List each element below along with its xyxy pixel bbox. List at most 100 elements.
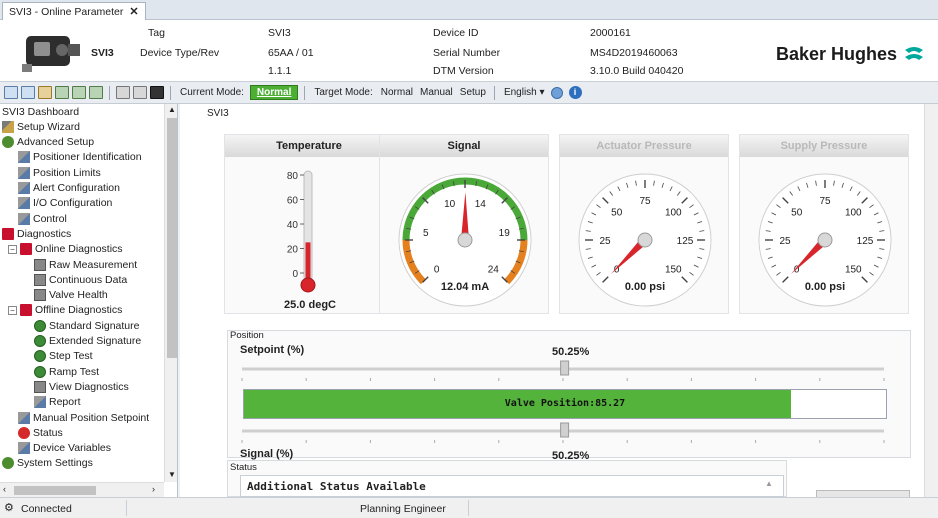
tree-horizontal-scrollbar[interactable]: ‹ › [0,482,164,497]
statusbar-divider [468,500,469,516]
tree-item-continuous-data[interactable]: Continuous Data [34,272,127,287]
tab-online-parameter[interactable]: SVI3 - Online Parameter ✕ [2,2,146,20]
tree-item-view-diagnostics[interactable]: View Diagnostics [34,379,129,394]
folder-icon [20,243,32,256]
temperature-tick-label: 20 [287,245,299,256]
tree-item-device-variables[interactable]: Device Variables [18,441,111,456]
folder-icon [20,304,32,317]
current-mode-label: Current Mode: [180,87,244,98]
slider-thumb [560,360,570,376]
window-icon[interactable] [21,86,35,99]
status-list[interactable]: Additional Status Available ▲ [240,475,784,497]
tree-item-diagnostics[interactable]: Diagnostics [2,226,71,241]
gauge-tick-label: 10 [444,199,456,210]
tree-item-svi3-dashboard[interactable]: SVI3 Dashboard [2,104,79,119]
info-icon[interactable]: i [568,86,582,99]
supply-pressure-title: Supply Pressure [740,135,908,157]
tree-item-system-settings[interactable]: System Settings [2,456,93,471]
temperature-tick-label: 80 [287,171,299,182]
print-icon[interactable] [133,86,147,99]
scroll-thumb[interactable] [167,118,177,358]
collapse-icon[interactable]: − [8,305,17,315]
tree-item-position-limits[interactable]: Position Limits [18,165,101,180]
main-vertical-scrollbar[interactable] [924,104,938,497]
device-type-value: 65AA / 01 [268,47,314,59]
tree-item-standard-signature[interactable]: Standard Signature [34,318,139,333]
gauge-tick-label: 75 [819,196,831,207]
tree-item-control[interactable]: Control [18,211,67,226]
temperature-tick-label: 60 [287,196,299,207]
tree-item-extended-signature[interactable]: Extended Signature [34,334,141,349]
tree-item-label: Ramp Test [49,365,99,378]
mode-normal-button[interactable]: Normal [379,87,415,98]
tree-item-report[interactable]: Report [34,395,81,410]
tree-item-label: Valve Health [49,289,108,302]
tree-item-label: Report [49,396,81,409]
temperature-tick-label: 0 [292,269,298,280]
pen-icon [18,151,30,164]
tree-item-ramp-test[interactable]: Ramp Test [34,364,99,379]
scroll-down-icon[interactable]: ▼ [168,470,176,479]
serial-number-value: MS4D2019460063 [590,47,678,59]
temperature-thermometer: 80 60 40 20 0 [287,170,316,293]
supply-pressure-card: Supply Pressure 0 25 50 75 100 125 150 0.00 psi [739,134,909,314]
tree-item-advanced-setup[interactable]: Advanced Setup [2,135,94,150]
tree-item-valve-health[interactable]: Valve Health [34,288,108,303]
target-mode-label: Target Mode: [314,87,373,98]
slider-thumb [560,422,570,438]
gauge-tick-label: 125 [857,236,874,247]
monitor-icon[interactable] [150,86,164,99]
tree-item-status[interactable]: Status [18,425,63,440]
chart-icon[interactable] [116,86,130,99]
upload-icon[interactable] [55,86,69,99]
scroll-up-icon[interactable]: ▲ [765,479,773,488]
window-icon[interactable] [4,86,18,99]
actuator-pressure-title: Actuator Pressure [560,135,728,157]
gauge-tick-label: 50 [611,208,623,219]
temperature-title: Temperature [225,135,393,157]
tree-item-setup-wizard[interactable]: Setup Wizard [2,119,80,134]
pen-icon [34,396,46,409]
globe-icon[interactable] [550,86,563,99]
scroll-right-icon[interactable]: › [152,484,155,494]
status-action-button[interactable] [816,490,910,497]
statusbar-divider [126,500,127,516]
tree-vertical-scrollbar[interactable]: ▲ ▼ [164,104,177,482]
tree-item-i-o-configuration[interactable]: I/O Configuration [18,196,112,211]
connection-status: Connected [21,503,72,515]
tree-item-offline-diagnostics[interactable]: − Offline Diagnostics [8,303,122,318]
dtm-version-value: 3.10.0 Build 040420 [590,65,684,77]
device-id-value: 2000161 [590,27,631,39]
mode-setup-button[interactable]: Setup [458,87,488,98]
position-section: Position Setpoint (%) 50.25% Valve Posit… [227,330,911,462]
scroll-up-icon[interactable]: ▲ [168,105,176,114]
tree-item-label: I/O Configuration [33,197,113,210]
gauge-tick-label: 150 [665,264,682,275]
connection-icon: ⚙ [4,502,14,514]
language-select[interactable]: English ▾ [501,87,548,98]
users-icon[interactable] [38,86,52,99]
tree-item-positioner-identification[interactable]: Positioner Identification [18,150,142,165]
collapse-icon[interactable]: − [8,244,17,254]
setpoint-slider[interactable] [240,359,886,389]
folder-icon [2,227,14,240]
close-icon[interactable]: ✕ [129,5,138,18]
tree-item-online-diagnostics[interactable]: − Online Diagnostics [8,242,123,257]
scroll-left-icon[interactable]: ‹ [3,484,6,494]
doc-icon [34,273,46,286]
serial-number-label: Serial Number [433,47,501,59]
tree-item-alert-configuration[interactable]: Alert Configuration [18,181,120,196]
dtm-version-label: DTM Version [433,65,494,77]
current-mode-value[interactable]: Normal [249,85,299,100]
mode-manual-button[interactable]: Manual [418,87,455,98]
tree-item-label: Setup Wizard [17,120,81,133]
tree-item-step-test[interactable]: Step Test [34,349,93,364]
download-icon[interactable] [72,86,86,99]
scroll-thumb[interactable] [14,486,96,495]
green-icon [34,319,46,332]
green-icon [34,335,46,347]
compare-icon[interactable] [89,86,103,99]
tree-item-manual-position-setpoint[interactable]: Manual Position Setpoint [18,410,149,425]
valve-position-text: Valve Position:85.27 [504,398,626,409]
tree-item-raw-measurement[interactable]: Raw Measurement [34,257,137,272]
